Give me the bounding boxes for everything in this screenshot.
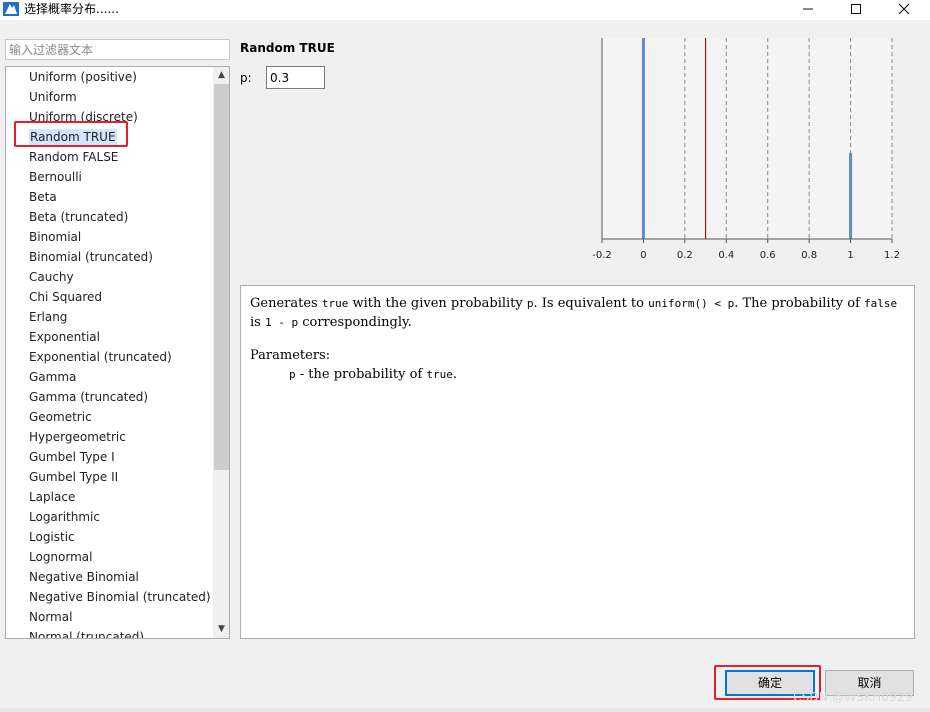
description-panel: Generates true with the given probabilit… (240, 285, 915, 639)
x-tick-label: -0.2 (592, 250, 612, 261)
filter-input[interactable] (5, 39, 230, 60)
list-item[interactable]: Gumbel Type II (28, 467, 119, 487)
list-item-label: Gumbel Type II (29, 470, 119, 484)
list-item-label: Geometric (29, 410, 92, 424)
title-bar: 选择概率分布...... (0, 0, 930, 20)
description-text: Generates true with the given probabilit… (250, 296, 898, 330)
list-item[interactable]: Laplace (28, 487, 76, 507)
list-scrollbar[interactable]: ▲ ▼ (213, 67, 229, 638)
chart-bar (849, 152, 853, 239)
list-item[interactable]: Logistic (28, 527, 76, 547)
list-item[interactable]: Uniform (28, 87, 78, 107)
list-item-label: Negative Binomial (29, 570, 139, 584)
close-button[interactable] (881, 0, 927, 20)
x-tick-label: 1.2 (884, 250, 900, 261)
list-item-label: Normal (truncated) (29, 630, 145, 639)
list-item[interactable]: Geometric (28, 407, 93, 427)
watermark: CSDN @WSKH0929 (793, 690, 913, 704)
list-item-label: Random FALSE (29, 150, 119, 164)
list-item[interactable]: Exponential (28, 327, 101, 347)
window-title: 选择概率分布...... (24, 2, 119, 16)
list-item[interactable]: Negative Binomial (truncated) (28, 587, 212, 607)
list-item[interactable]: Binomial (28, 227, 82, 247)
list-item[interactable]: Negative Binomial (28, 567, 140, 587)
list-item-label: Logarithmic (29, 510, 100, 524)
x-tick-label: 0.4 (718, 250, 734, 261)
distribution-title: Random TRUE (240, 41, 335, 55)
minimize-button[interactable] (785, 0, 831, 20)
list-item-label: Laplace (29, 490, 76, 504)
plot-background (602, 38, 892, 239)
list-item[interactable]: Erlang (28, 307, 68, 327)
list-item[interactable]: Gamma (28, 367, 77, 387)
list-item-label: Normal (29, 610, 73, 624)
distribution-chart: -0.2 0 0.2 0.4 0.6 0.8 1 1.2 (592, 38, 900, 261)
list-item[interactable]: Lognormal (28, 547, 93, 567)
distribution-list-panel: Uniform (positive) Uniform Uniform (discre… (5, 66, 230, 639)
list-item-label: Binomial (truncated) (29, 250, 153, 264)
list-item[interactable]: Binomial (truncated) (28, 247, 154, 267)
list-item-label: Lognormal (29, 550, 93, 564)
dialog-window: 选择概率分布...... Uniform (positive)UniformUn… (0, 0, 930, 712)
list-item[interactable]: Normal (28, 607, 73, 627)
list-item-label: Gamma (truncated) (29, 390, 149, 404)
list-item-label: Exponential (29, 330, 100, 344)
list-item[interactable]: Beta (truncated) (28, 207, 129, 227)
list-item[interactable]: Gamma (truncated) (28, 387, 149, 407)
list-item-label: Bernoulli (29, 170, 82, 184)
list-item-label: Beta (29, 190, 57, 204)
bottom-strip (0, 708, 930, 712)
list-item[interactable]: Beta (28, 187, 58, 207)
list-item[interactable]: Exponential (truncated) (28, 347, 173, 367)
list-item[interactable]: Random FALSE (28, 147, 119, 167)
list-item-label: Erlang (29, 310, 68, 324)
list-item[interactable]: Normal (truncated) (28, 627, 145, 639)
list-item[interactable]: Hypergeometric (28, 427, 127, 447)
param-p-label: p: (240, 71, 252, 85)
maximize-button[interactable] (833, 0, 879, 20)
x-tick-label: 0.6 (760, 250, 776, 261)
list-item-label: Gumbel Type I (29, 450, 115, 464)
highlight-annotation (14, 121, 128, 147)
list-item-label: Uniform (29, 90, 77, 104)
parameter-description: p - the probability of true. (289, 367, 458, 382)
list-item[interactable]: Uniform (positive) (28, 67, 138, 87)
list-item[interactable]: Bernoulli (28, 167, 83, 187)
parameters-heading: Parameters: (250, 348, 331, 363)
x-tick-label: 1 (847, 250, 853, 261)
app-logo-icon (3, 2, 19, 16)
list-item-label: Exponential (truncated) (29, 350, 172, 364)
x-tick-label: 0.8 (801, 250, 817, 261)
list-item-label: Cauchy (29, 270, 74, 284)
list-item[interactable]: Logarithmic (28, 507, 101, 527)
scrollbar-thumb[interactable] (214, 84, 229, 470)
param-p-input[interactable] (266, 66, 325, 89)
list-item-label: Hypergeometric (29, 430, 126, 444)
list-item-label: Binomial (29, 230, 82, 244)
list-item[interactable]: Chi Squared (28, 287, 103, 307)
list-item-label: Uniform (positive) (29, 70, 137, 84)
list-item[interactable]: Cauchy (28, 267, 75, 287)
list-item[interactable]: Gumbel Type I (28, 447, 116, 467)
list-item-label: Gamma (29, 370, 77, 384)
list-item-label: Negative Binomial (truncated) (29, 590, 211, 604)
x-tick-label: 0 (640, 250, 646, 261)
list-item-label: Beta (truncated) (29, 210, 129, 224)
list-item-label: Logistic (29, 530, 75, 544)
list-item-label: Chi Squared (29, 290, 102, 304)
scroll-up-arrow-icon[interactable]: ▲ (213, 67, 229, 84)
scroll-down-arrow-icon[interactable]: ▼ (213, 621, 229, 638)
x-tick-label: 0.2 (677, 250, 693, 261)
chart-bar (641, 38, 645, 239)
